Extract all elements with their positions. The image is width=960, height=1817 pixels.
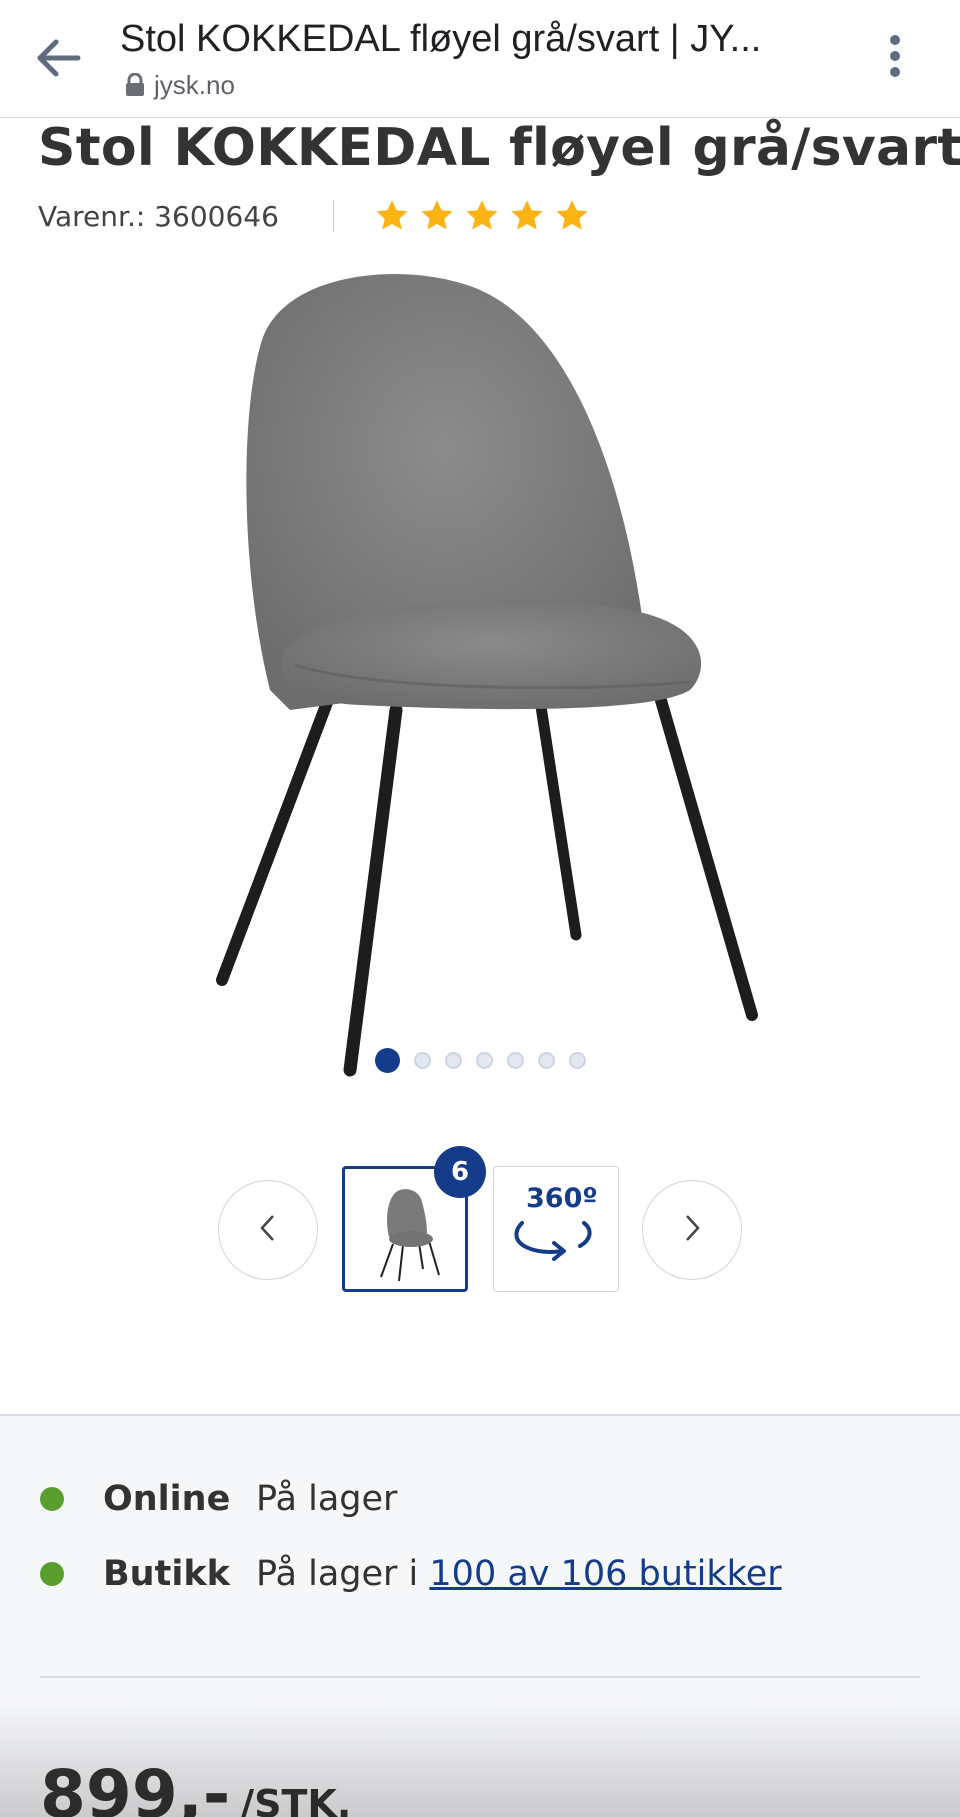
sku-number: Varenr.: 3600646 xyxy=(38,199,279,233)
product-main-image[interactable] xyxy=(200,270,760,1090)
view-360-label: 360º xyxy=(526,1183,598,1214)
star-icon xyxy=(556,200,588,230)
star-icon xyxy=(511,200,543,230)
carousel-dot[interactable] xyxy=(413,1052,431,1069)
online-availability: Online På lager xyxy=(40,1474,397,1524)
carousel-dot[interactable] xyxy=(568,1052,586,1069)
lock-icon xyxy=(124,72,146,97)
url-bar[interactable]: jysk.no xyxy=(124,70,235,100)
star-icon xyxy=(466,200,498,230)
carousel-dot[interactable] xyxy=(475,1052,493,1069)
thumbnail-360-view[interactable]: 360º xyxy=(493,1166,619,1292)
kebab-menu-icon[interactable] xyxy=(880,32,910,82)
previous-image-button[interactable] xyxy=(218,1180,318,1280)
back-arrow-icon[interactable] xyxy=(34,36,84,80)
rating-stars[interactable] xyxy=(374,198,590,234)
page-tab-title: Stol KOKKEDAL fløyel grå/svart | JY... xyxy=(120,18,762,60)
carousel-dot[interactable] xyxy=(537,1052,555,1069)
product-title: Stol KOKKEDAL fløyel grå/svart xyxy=(38,118,960,178)
price-unit: /STK. xyxy=(240,1782,352,1817)
star-icon xyxy=(421,200,453,230)
browser-toolbar: Stol KOKKEDAL fløyel grå/svart | JY... j… xyxy=(0,0,960,118)
chevron-right-icon xyxy=(682,1213,702,1247)
in-stock-indicator xyxy=(40,1562,64,1586)
online-status: På lager xyxy=(256,1479,398,1519)
store-status-text: På lager i xyxy=(256,1554,430,1594)
carousel-dot[interactable] xyxy=(444,1052,462,1069)
carousel-dots xyxy=(0,1048,960,1073)
image-count-badge: 6 xyxy=(434,1146,486,1198)
star-icon xyxy=(376,200,408,230)
price-amount: 899,- xyxy=(40,1756,231,1817)
price-block: 899,- /STK. xyxy=(40,1756,351,1817)
store-count-link[interactable]: 100 av 106 butikker xyxy=(429,1554,781,1594)
carousel-dot[interactable] xyxy=(506,1052,524,1069)
next-image-button[interactable] xyxy=(642,1180,742,1280)
chevron-left-icon xyxy=(258,1213,278,1247)
store-availability: Butikk På lager i 100 av 106 butikker xyxy=(40,1549,782,1599)
carousel-dot[interactable] xyxy=(374,1048,400,1073)
divider xyxy=(332,200,334,232)
store-label: Butikk xyxy=(103,1554,230,1594)
in-stock-indicator xyxy=(40,1487,64,1511)
url-text: jysk.no xyxy=(154,69,235,100)
product-meta: Varenr.: 3600646 xyxy=(38,196,590,236)
online-label: Online xyxy=(103,1479,231,1519)
divider xyxy=(40,1676,920,1678)
store-status: På lager i 100 av 106 butikker xyxy=(256,1554,782,1594)
availability-section: Online På lager Butikk På lager i 100 av… xyxy=(0,1414,960,1817)
